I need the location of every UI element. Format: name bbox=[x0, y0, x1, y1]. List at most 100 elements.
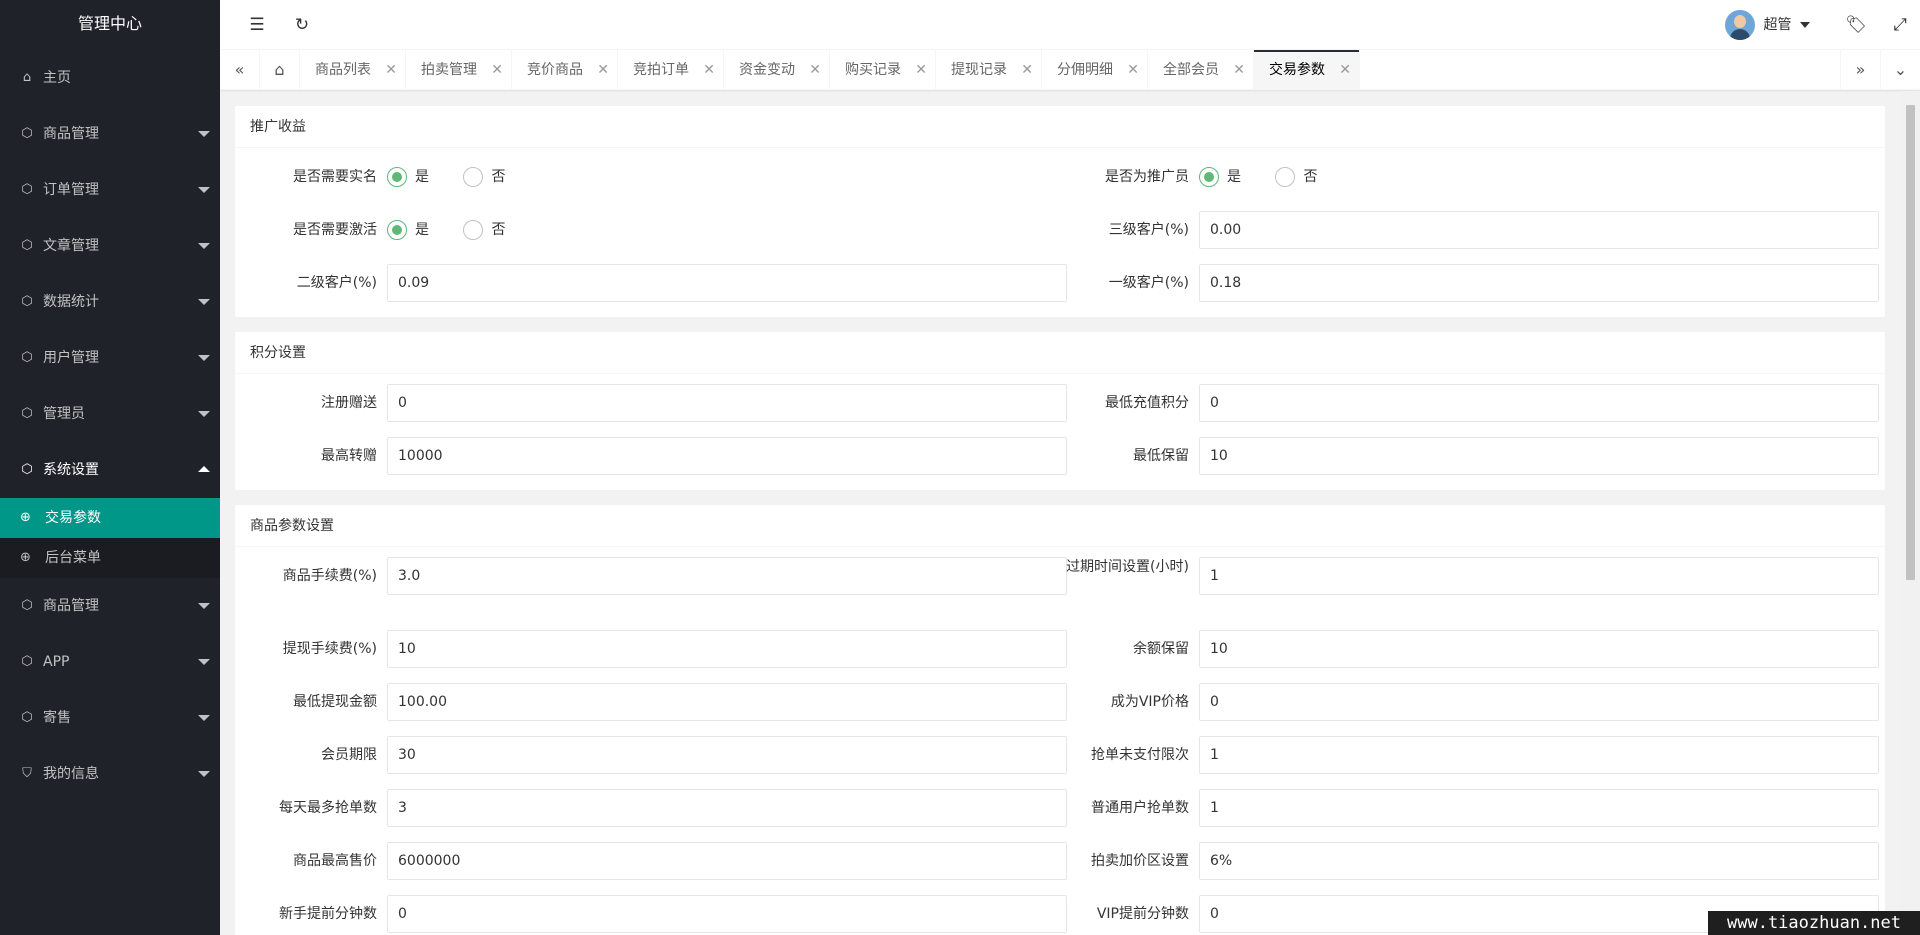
balance-keep-input[interactable] bbox=[1199, 630, 1879, 668]
sidebar-item-system-settings[interactable]: ⬡ 系统设置 bbox=[0, 442, 220, 498]
is-promoter-yes-radio[interactable]: 是 bbox=[1199, 158, 1241, 196]
tab-purchase-records[interactable]: 购买记录 ✕ bbox=[830, 50, 936, 90]
cube-icon: ⬡ bbox=[21, 654, 33, 669]
close-icon[interactable]: ✕ bbox=[385, 50, 397, 90]
fullscreen-icon[interactable]: ⤢ bbox=[1880, 0, 1920, 50]
tabs-dropdown-icon[interactable]: ⌄ bbox=[1880, 50, 1920, 90]
sidebar-item-goods[interactable]: ⬡ 商品管理 bbox=[0, 106, 220, 162]
expire-input[interactable] bbox=[1199, 557, 1879, 595]
sidebar-item-consignment[interactable]: ⬡ 寄售 bbox=[0, 690, 220, 746]
close-icon[interactable]: ✕ bbox=[809, 50, 821, 90]
tab-label: 购买记录 bbox=[845, 62, 901, 78]
withdraw-fee-input[interactable] bbox=[387, 630, 1067, 668]
tab-goods-list[interactable]: 商品列表 ✕ bbox=[300, 50, 406, 90]
home-icon: ⌂ bbox=[22, 70, 32, 85]
cube-icon: ⬡ bbox=[21, 126, 33, 141]
sidebar-item-goods-2[interactable]: ⬡ 商品管理 bbox=[0, 578, 220, 634]
tab-withdraw-records[interactable]: 提现记录 ✕ bbox=[936, 50, 1042, 90]
tab-all-members[interactable]: 全部会员 ✕ bbox=[1148, 50, 1254, 90]
field-label: 最低充值积分 bbox=[1105, 395, 1189, 411]
sidebar-item-home[interactable]: ⌂ 主页 bbox=[0, 50, 220, 106]
user-menu[interactable]: 超管 bbox=[1725, 0, 1810, 50]
sidebar-subitem-admin-menu[interactable]: ⊕ 后台菜单 bbox=[0, 538, 220, 578]
tab-commission-detail[interactable]: 分佣明细 ✕ bbox=[1042, 50, 1148, 90]
level1-input[interactable] bbox=[1199, 264, 1879, 302]
sidebar-item-orders[interactable]: ⬡ 订单管理 bbox=[0, 162, 220, 218]
content-scrollbar[interactable] bbox=[1900, 91, 1920, 935]
sidebar-item-my-info[interactable]: ⛉ 我的信息 bbox=[0, 746, 220, 802]
sidebar-item-label: 数据统计 bbox=[43, 294, 99, 310]
tab-fund-changes[interactable]: 资金变动 ✕ bbox=[724, 50, 830, 90]
top-header: ☰ ↻ 超管 🏷︎ ⤢ bbox=[220, 0, 1920, 50]
level3-input[interactable] bbox=[1199, 211, 1879, 249]
plus-circle-icon: ⊕ bbox=[20, 550, 31, 565]
register-gift-input[interactable] bbox=[387, 384, 1067, 422]
tab-bid-goods[interactable]: 竞价商品 ✕ bbox=[512, 50, 618, 90]
tabs-scroll-right-icon[interactable]: » bbox=[1840, 50, 1880, 90]
close-icon[interactable]: ✕ bbox=[597, 50, 609, 90]
sidebar-item-articles[interactable]: ⬡ 文章管理 bbox=[0, 218, 220, 274]
daily-max-input[interactable] bbox=[387, 789, 1067, 827]
points-form: 注册赠送 最低充值积分 最高转赠 最低保留 bbox=[235, 374, 1885, 490]
sidebar-subitem-trade-params[interactable]: ⊕ 交易参数 bbox=[0, 498, 220, 538]
close-icon[interactable]: ✕ bbox=[915, 50, 927, 90]
level2-input[interactable] bbox=[387, 264, 1067, 302]
tabs-scroll-left-icon[interactable]: « bbox=[220, 50, 260, 90]
normal-user-input[interactable] bbox=[1199, 789, 1879, 827]
radio-label: 是 bbox=[415, 222, 429, 238]
field-label: 是否需要激活 bbox=[293, 222, 377, 238]
close-icon[interactable]: ✕ bbox=[703, 50, 715, 90]
tab-label: 分佣明细 bbox=[1057, 62, 1113, 78]
tab-label: 资金变动 bbox=[739, 62, 795, 78]
min-withdraw-input[interactable] bbox=[387, 683, 1067, 721]
field-label: 抢单未支付限次 bbox=[1091, 747, 1189, 763]
need-activate-yes-radio[interactable]: 是 bbox=[387, 211, 429, 249]
tab-home-icon[interactable]: ⌂ bbox=[260, 50, 300, 90]
tab-label: 商品列表 bbox=[315, 62, 371, 78]
field-label: 注册赠送 bbox=[321, 395, 377, 411]
plus-circle-icon: ⊕ bbox=[20, 510, 31, 525]
need-activate-no-radio[interactable]: 否 bbox=[463, 211, 505, 249]
menu-shrink-icon[interactable]: ☰ bbox=[237, 0, 277, 50]
radio-label: 是 bbox=[1227, 169, 1241, 185]
tab-trade-params[interactable]: 交易参数 ✕ bbox=[1254, 50, 1360, 90]
markup-input[interactable] bbox=[1199, 842, 1879, 880]
tab-label: 交易参数 bbox=[1269, 62, 1325, 78]
close-icon[interactable]: ✕ bbox=[1127, 50, 1139, 90]
caret-down-icon bbox=[198, 299, 210, 305]
cube-icon: ⬡ bbox=[21, 294, 33, 309]
sidebar-subnav: ⊕ 交易参数 ⊕ 后台菜单 bbox=[0, 498, 220, 578]
sidebar-item-statistics[interactable]: ⬡ 数据统计 bbox=[0, 274, 220, 330]
sidebar-item-admins[interactable]: ⬡ 管理员 bbox=[0, 386, 220, 442]
vip-price-input[interactable] bbox=[1199, 683, 1879, 721]
newbie-minutes-input[interactable] bbox=[387, 895, 1067, 933]
need-realname-yes-radio[interactable]: 是 bbox=[387, 158, 429, 196]
fee-input[interactable] bbox=[387, 557, 1067, 595]
min-keep-input[interactable] bbox=[1199, 437, 1879, 475]
close-icon[interactable]: ✕ bbox=[1233, 50, 1245, 90]
refresh-icon[interactable]: ↻ bbox=[282, 0, 322, 50]
tag-icon[interactable]: 🏷︎ bbox=[1836, 0, 1876, 50]
field-label: 成为VIP价格 bbox=[1110, 694, 1189, 710]
scrollbar-thumb[interactable] bbox=[1906, 105, 1915, 580]
tab-auction-orders[interactable]: 竞拍订单 ✕ bbox=[618, 50, 724, 90]
sidebar-item-users[interactable]: ⬡ 用户管理 bbox=[0, 330, 220, 386]
field-label: 最低提现金额 bbox=[293, 694, 377, 710]
cube-icon: ⬡ bbox=[21, 182, 33, 197]
need-realname-no-radio[interactable]: 否 bbox=[463, 158, 505, 196]
member-period-input[interactable] bbox=[387, 736, 1067, 774]
caret-down-icon bbox=[198, 131, 210, 137]
close-icon[interactable]: ✕ bbox=[1021, 50, 1033, 90]
sidebar-item-app[interactable]: ⬡ APP bbox=[0, 634, 220, 690]
tab-auction-manage[interactable]: 拍卖管理 ✕ bbox=[406, 50, 512, 90]
min-recharge-input[interactable] bbox=[1199, 384, 1879, 422]
field-label: 提现手续费(%) bbox=[282, 641, 377, 657]
sidebar-item-label: 用户管理 bbox=[43, 350, 99, 366]
close-icon[interactable]: ✕ bbox=[491, 50, 503, 90]
max-transfer-input[interactable] bbox=[387, 437, 1067, 475]
max-price-input[interactable] bbox=[387, 842, 1067, 880]
field-label: 商品最高售价 bbox=[293, 853, 377, 869]
close-icon[interactable]: ✕ bbox=[1339, 50, 1351, 90]
is-promoter-no-radio[interactable]: 否 bbox=[1275, 158, 1317, 196]
unpaid-limit-input[interactable] bbox=[1199, 736, 1879, 774]
